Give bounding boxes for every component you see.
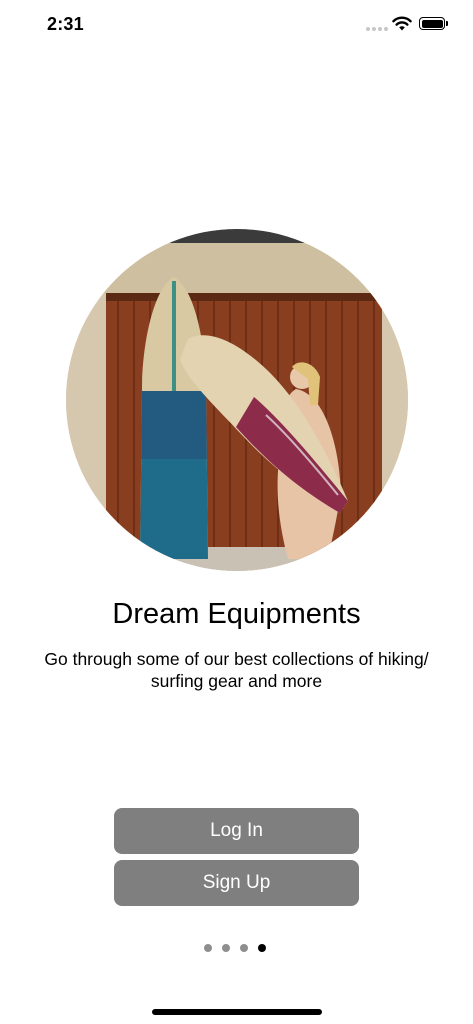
page-indicator[interactable] — [204, 944, 266, 952]
signal-dots-icon — [366, 27, 388, 31]
page-dot-2[interactable] — [222, 944, 230, 952]
wifi-icon — [392, 16, 412, 31]
status-time: 2:31 — [47, 14, 84, 34]
surfboards-photo — [66, 229, 408, 571]
battery-icon — [419, 17, 445, 30]
battery-cap — [446, 21, 448, 26]
onboarding-title: Dream Equipments — [112, 598, 361, 630]
home-indicator[interactable] — [152, 1009, 322, 1015]
page-dot-4-active[interactable] — [258, 944, 266, 952]
onboarding-subtitle: Go through some of our best collections … — [44, 649, 429, 691]
signup-button[interactable]: Sign Up — [114, 860, 359, 906]
login-button[interactable]: Log In — [114, 808, 359, 854]
hero-image — [66, 229, 408, 571]
status-bar: 2:31 — [0, 0, 473, 50]
page-dot-1[interactable] — [204, 944, 212, 952]
page-dot-3[interactable] — [240, 944, 248, 952]
